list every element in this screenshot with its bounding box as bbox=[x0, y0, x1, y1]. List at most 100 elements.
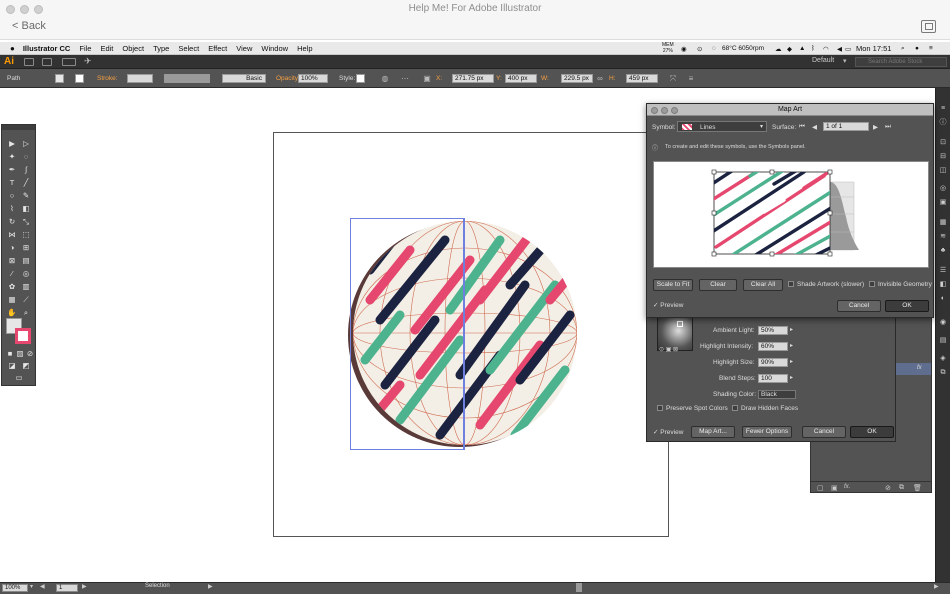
ellipse-tool-icon[interactable]: ○ bbox=[6, 191, 18, 201]
curvature-tool-icon[interactable]: ∫ bbox=[20, 165, 32, 175]
fill-swatch[interactable] bbox=[55, 74, 64, 83]
graphic-style-swatch[interactable] bbox=[356, 74, 365, 83]
perspective-grid-icon[interactable]: ⊞ bbox=[20, 243, 32, 253]
transform-icon[interactable]: ⤧ bbox=[668, 74, 678, 84]
color-guide-icon[interactable]: ▤ bbox=[938, 336, 948, 345]
effect-icon[interactable]: fx. bbox=[844, 484, 850, 490]
zoom-tool-icon[interactable]: ⌕ bbox=[20, 308, 32, 318]
fullscreen-icon[interactable] bbox=[921, 20, 936, 33]
transform-panel-icon[interactable]: ⊡ bbox=[938, 138, 948, 147]
clock[interactable]: Mon 17:51 bbox=[856, 42, 891, 55]
shade-artwork-checkbox[interactable]: Shade Artwork (slower) bbox=[788, 281, 864, 288]
highlight-intensity-dropdown-icon[interactable]: ▸ bbox=[790, 342, 793, 349]
preserve-spot-colors-checkbox[interactable]: Preserve Spot Colors bbox=[657, 405, 728, 412]
highlight-size-dropdown-icon[interactable]: ▸ bbox=[790, 358, 793, 365]
artboards-icon[interactable]: ⧉ bbox=[938, 368, 948, 377]
cloud-icon[interactable]: ☁ bbox=[775, 42, 782, 55]
user-icon[interactable]: ● bbox=[915, 42, 919, 55]
symbols-icon[interactable]: ♣ bbox=[938, 246, 948, 255]
surface-field[interactable]: 1 of 1 bbox=[823, 122, 869, 131]
first-surface-icon[interactable]: ⏮ bbox=[799, 123, 805, 131]
draw-hidden-check[interactable] bbox=[732, 405, 738, 411]
stroke-swatch[interactable] bbox=[75, 74, 84, 83]
wifi-icon[interactable]: ◠ bbox=[823, 42, 829, 55]
shade-artwork-check[interactable] bbox=[788, 281, 794, 287]
map-art-cancel-button[interactable]: Cancel bbox=[837, 300, 881, 312]
menu-effect[interactable]: Effect bbox=[208, 44, 227, 53]
opacity-label[interactable]: Opacity: bbox=[276, 75, 300, 82]
dropbox-icon[interactable]: ◆ bbox=[787, 42, 792, 55]
gradient-panel-icon[interactable]: ◧ bbox=[938, 280, 948, 289]
arrange-documents-icon[interactable] bbox=[62, 58, 76, 66]
direct-selection-tool-icon[interactable]: ▷ bbox=[20, 139, 32, 149]
spotlight-icon[interactable]: ⌕ bbox=[901, 42, 905, 55]
highlight-intensity-field[interactable]: 60% bbox=[758, 342, 788, 351]
menu-view[interactable]: View bbox=[236, 44, 252, 53]
pathfinder-icon[interactable]: ◫ bbox=[938, 166, 948, 175]
scale-to-fit-button[interactable]: Scale to Fit bbox=[653, 279, 693, 291]
menu-help[interactable]: Help bbox=[297, 44, 312, 53]
none-mode-icon[interactable]: ⊘ bbox=[24, 349, 36, 359]
dialog-close-dot[interactable] bbox=[651, 107, 658, 114]
transparency-icon[interactable]: ◐ bbox=[938, 294, 948, 303]
recolor-artwork-icon[interactable]: ◍ bbox=[380, 74, 390, 84]
eyedropper-icon[interactable]: ⁄ bbox=[6, 269, 18, 279]
lasso-icon[interactable]: ◌ bbox=[20, 152, 32, 162]
zoom-dropdown-icon[interactable]: ▾ bbox=[30, 583, 33, 590]
tools-panel-grip[interactable] bbox=[2, 125, 35, 130]
symbol-select[interactable]: Lines ▾ bbox=[677, 121, 767, 132]
trash-icon[interactable]: 🗑 bbox=[913, 484, 922, 492]
reference-point-icon[interactable]: ▣ bbox=[422, 74, 432, 84]
x-field[interactable]: 271.75 px bbox=[452, 74, 494, 83]
previous-surface-icon[interactable]: ◀ bbox=[812, 123, 817, 131]
duplicate-icon[interactable]: ⧉ bbox=[899, 484, 904, 492]
clear-all-button[interactable]: Clear All bbox=[743, 279, 783, 291]
stroke-panel-icon[interactable]: ☰ bbox=[938, 266, 948, 275]
ambient-light-field[interactable]: 50% bbox=[758, 326, 788, 335]
graphic-styles-icon[interactable]: ▣ bbox=[938, 198, 948, 207]
appearance-icon[interactable]: ◎ bbox=[938, 184, 948, 193]
stroke-color-box[interactable] bbox=[15, 328, 31, 344]
gpu-performance-icon[interactable]: ✈ bbox=[84, 56, 92, 67]
dialog-zoom-dot[interactable] bbox=[671, 107, 678, 114]
next-artboard-icon[interactable]: ▶ bbox=[82, 583, 87, 590]
temperature-status[interactable]: 68°C 6050rpm bbox=[722, 42, 764, 55]
hand-tool-icon[interactable]: ✋ bbox=[6, 308, 18, 318]
magic-wand-icon[interactable]: ✦ bbox=[6, 152, 18, 162]
drive-icon[interactable]: ▲ bbox=[799, 42, 805, 55]
invisible-geometry-checkbox[interactable]: Invisible Geometry bbox=[869, 281, 932, 288]
notification-icon[interactable]: ≡ bbox=[929, 42, 933, 55]
variable-width-profile[interactable] bbox=[164, 74, 210, 83]
h-field[interactable]: 459 px bbox=[626, 74, 658, 83]
light-controls-icon[interactable]: ⊙ ▣ ⊠ bbox=[659, 346, 678, 353]
rotate-tool-icon[interactable]: ↻ bbox=[6, 217, 18, 227]
map-art-preview-checkbox[interactable]: ✓ Preview bbox=[653, 301, 683, 309]
constrain-proportions-icon[interactable]: ∞ bbox=[595, 74, 605, 84]
eye-icon[interactable]: ◉ bbox=[681, 42, 687, 55]
align-icon[interactable]: ⋯ bbox=[400, 74, 410, 84]
menu-file[interactable]: File bbox=[79, 44, 91, 53]
pencil-tool-icon[interactable]: ✎ bbox=[20, 191, 32, 201]
w-field[interactable]: 229.5 px bbox=[561, 74, 593, 83]
clear-button[interactable]: Clear bbox=[699, 279, 737, 291]
width-tool-icon[interactable]: ⋈ bbox=[6, 230, 18, 240]
menu-window[interactable]: Window bbox=[261, 44, 288, 53]
graph-tool-icon[interactable]: ▥ bbox=[20, 282, 32, 292]
selection-tool-icon[interactable]: ▶ bbox=[6, 139, 18, 149]
map-art-button[interactable]: Map Art... bbox=[691, 426, 735, 438]
map-art-ok-button[interactable]: OK bbox=[885, 300, 929, 312]
menu-app-name[interactable]: Illustrator CC bbox=[23, 44, 71, 53]
zoom-level-field[interactable]: 100% bbox=[2, 584, 28, 592]
screen-mode-icon[interactable]: ▭ bbox=[13, 373, 25, 383]
scale-tool-icon[interactable]: ⤡ bbox=[20, 217, 32, 227]
menu-select[interactable]: Select bbox=[178, 44, 199, 53]
bridge-icon[interactable] bbox=[24, 58, 34, 66]
volume-icon[interactable]: ◀ bbox=[837, 42, 842, 55]
free-transform-icon[interactable]: ⬚ bbox=[20, 230, 32, 240]
preserve-spot-check[interactable] bbox=[657, 405, 663, 411]
menu-edit[interactable]: Edit bbox=[100, 44, 113, 53]
swatches-icon[interactable]: ▦ bbox=[938, 218, 948, 227]
blend-steps-field[interactable]: 100 bbox=[758, 374, 788, 383]
shape-builder-icon[interactable]: ◑ bbox=[6, 243, 18, 253]
clear-icon[interactable]: ⊘ bbox=[885, 484, 891, 492]
